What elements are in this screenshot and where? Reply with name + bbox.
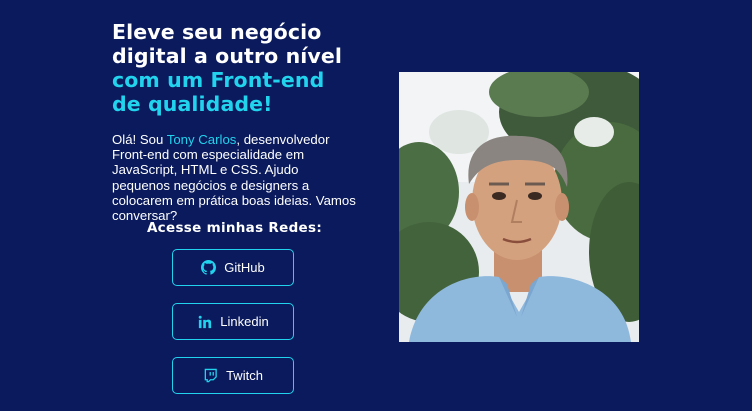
headline-line: Eleve seu negócio	[112, 20, 322, 44]
headline-line-accent: com um Front-end	[112, 68, 325, 92]
twitch-icon	[203, 368, 218, 383]
hero-section: Eleve seu negócio digital a outro nível …	[0, 0, 752, 406]
intro-text: Olá! Sou	[112, 132, 167, 147]
github-icon	[201, 260, 217, 275]
linkedin-button[interactable]: Linkedin	[172, 303, 294, 340]
hero-text-column: Eleve seu negócio digital a outro nível …	[112, 20, 374, 394]
headline-line: digital a outro nível	[112, 44, 342, 68]
social-section-title: Acesse minhas Redes:	[146, 220, 323, 236]
twitch-button[interactable]: Twitch	[172, 357, 294, 394]
author-name: Tony Carlos	[166, 132, 237, 147]
social-links: GitHub Linkedin Twitch	[172, 249, 294, 411]
hero-headline: Eleve seu negócio digital a outro nível …	[112, 20, 374, 116]
linkedin-icon	[197, 314, 212, 329]
headline-line-accent: de qualidade!	[112, 92, 273, 116]
github-button[interactable]: GitHub	[172, 249, 294, 286]
linkedin-label: Linkedin	[220, 314, 269, 329]
intro-paragraph: Olá! Sou Tony Carlos, desenvolvedor Fron…	[112, 132, 357, 223]
profile-photo	[399, 72, 639, 342]
twitch-label: Twitch	[226, 368, 263, 383]
github-label: GitHub	[224, 260, 265, 275]
